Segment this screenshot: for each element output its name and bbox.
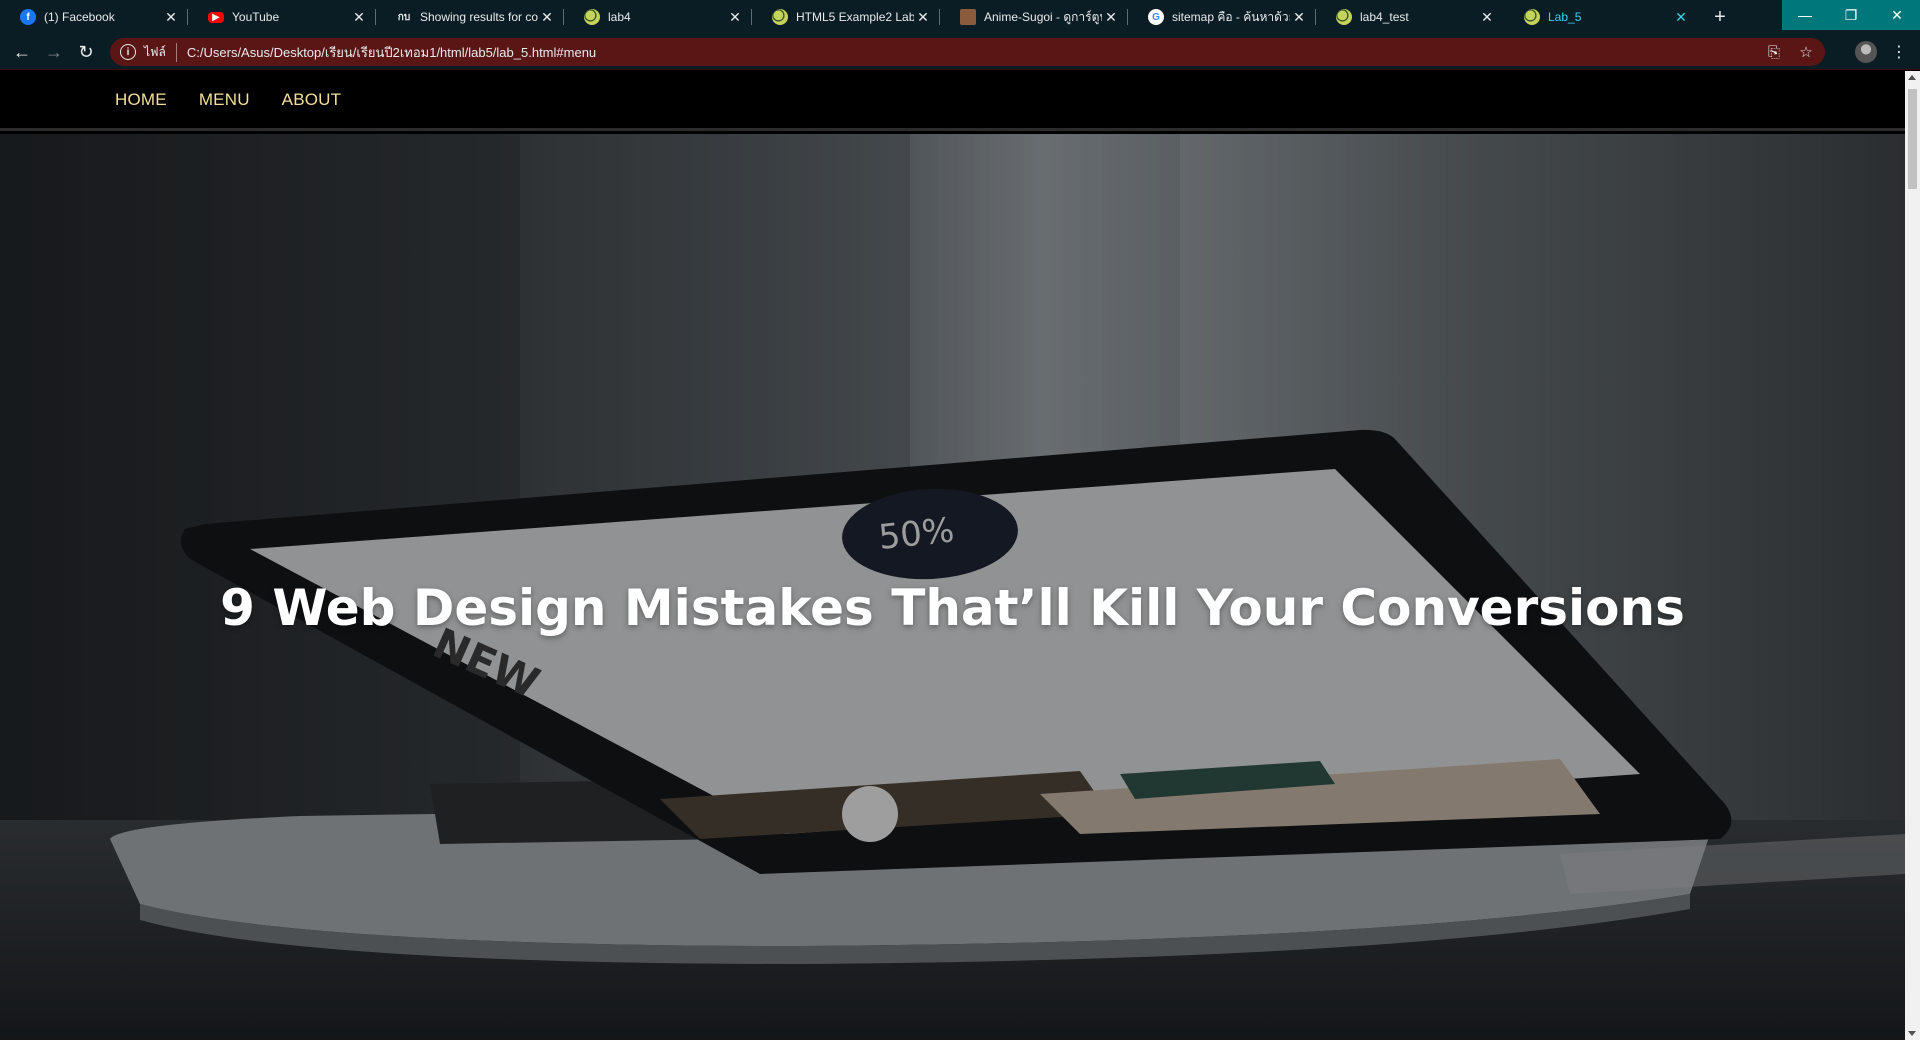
tab-title: (1) Facebook: [44, 10, 115, 24]
tab-title: Anime-Sugoi - ดูการ์ตูน: [984, 9, 1102, 24]
tab-anime-sugoi[interactable]: Anime-Sugoi - ดูการ์ตูน ✕: [940, 0, 1128, 34]
browser-toolbar: ← → ↻ i ไฟล์ C:/Users/Asus/Desktop/เรียน…: [0, 34, 1920, 70]
tab-title: HTML5 Example2 Lab#: [796, 10, 914, 24]
back-button[interactable]: ←: [8, 38, 36, 66]
star-icon[interactable]: ☆: [1797, 43, 1815, 61]
tab-translate[interactable]: กบ Showing results for cor ✕: [376, 0, 564, 34]
translate-icon[interactable]: ⎘: [1765, 43, 1783, 61]
close-icon[interactable]: ✕: [1102, 8, 1120, 26]
facebook-icon: f: [20, 9, 36, 25]
tab-lab4-test[interactable]: lab4_test ✕: [1316, 0, 1504, 34]
tab-title: Showing results for cor: [420, 10, 538, 24]
google-icon: G: [1148, 9, 1164, 25]
url-text[interactable]: C:/Users/Asus/Desktop/เรียน/เรียนปี2เทอม…: [187, 42, 596, 63]
page-viewport: HOME MENU ABOUT 50% NEW 9 Web Design Mis…: [0, 71, 1905, 1040]
hero-title: 9 Web Design Mistakes That’ll Kill Your …: [220, 579, 1685, 637]
more-menu-icon[interactable]: ⋮: [1890, 40, 1908, 64]
address-bar[interactable]: i ไฟล์ C:/Users/Asus/Desktop/เรียน/เรียน…: [110, 38, 1825, 66]
tab-html5-example[interactable]: HTML5 Example2 Lab# ✕: [752, 0, 940, 34]
close-icon[interactable]: ✕: [350, 8, 368, 26]
translate-icon: กบ: [397, 11, 411, 23]
close-icon[interactable]: ✕: [726, 8, 744, 26]
tab-strip: f (1) Facebook ✕ ▶ YouTube ✕ กบ Showing …: [0, 0, 1920, 34]
globe-icon: [1524, 9, 1540, 25]
tab-title: Lab_5: [1548, 10, 1582, 24]
close-icon[interactable]: ✕: [914, 8, 932, 26]
site-chip[interactable]: ไฟล์: [144, 42, 177, 62]
nav-about[interactable]: ABOUT: [282, 90, 342, 110]
tab-google-sitemap[interactable]: G sitemap คือ - ค้นหาด้วย G ✕: [1128, 0, 1316, 34]
minimize-button[interactable]: —: [1782, 0, 1828, 30]
restore-button[interactable]: ❐: [1828, 0, 1874, 30]
tab-youtube[interactable]: ▶ YouTube ✕: [188, 0, 376, 34]
tab-title: YouTube: [232, 10, 280, 24]
nav-home[interactable]: HOME: [115, 90, 167, 110]
scroll-up-arrow[interactable]: [1908, 75, 1916, 80]
tab-title: lab4_test: [1360, 10, 1409, 24]
globe-icon: [1336, 9, 1352, 25]
info-icon[interactable]: i: [120, 44, 136, 60]
close-icon[interactable]: ✕: [1478, 8, 1496, 26]
profile-avatar[interactable]: [1855, 41, 1877, 63]
nav-menu[interactable]: MENU: [199, 90, 250, 110]
site-navbar: HOME MENU ABOUT: [0, 71, 1905, 131]
scroll-down-arrow[interactable]: [1908, 1031, 1916, 1036]
tab-title: sitemap คือ - ค้นหาด้วย G: [1172, 9, 1290, 24]
scrollbar-thumb[interactable]: [1908, 89, 1917, 189]
globe-icon: [584, 9, 600, 25]
youtube-icon: ▶: [208, 11, 224, 23]
close-icon[interactable]: ✕: [162, 8, 180, 26]
close-icon[interactable]: ✕: [538, 8, 556, 26]
close-icon[interactable]: ✕: [1290, 8, 1308, 26]
tab-title: lab4: [608, 10, 631, 24]
close-window-button[interactable]: ✕: [1874, 0, 1920, 30]
vertical-scrollbar[interactable]: [1905, 71, 1920, 1040]
forward-button[interactable]: →: [40, 38, 68, 66]
new-tab-button[interactable]: +: [1708, 5, 1732, 29]
tab-lab5-active[interactable]: Lab_5 ✕: [1504, 0, 1698, 34]
globe-icon: [772, 9, 788, 25]
reload-button[interactable]: ↻: [72, 38, 100, 66]
close-icon[interactable]: ✕: [1672, 8, 1690, 26]
tab-lab4[interactable]: lab4 ✕: [564, 0, 752, 34]
hero-banner: 50% NEW 9 Web Design Mistakes That’ll Ki…: [0, 134, 1905, 1040]
anime-icon: [960, 9, 976, 25]
tab-facebook[interactable]: f (1) Facebook ✕: [0, 0, 188, 34]
